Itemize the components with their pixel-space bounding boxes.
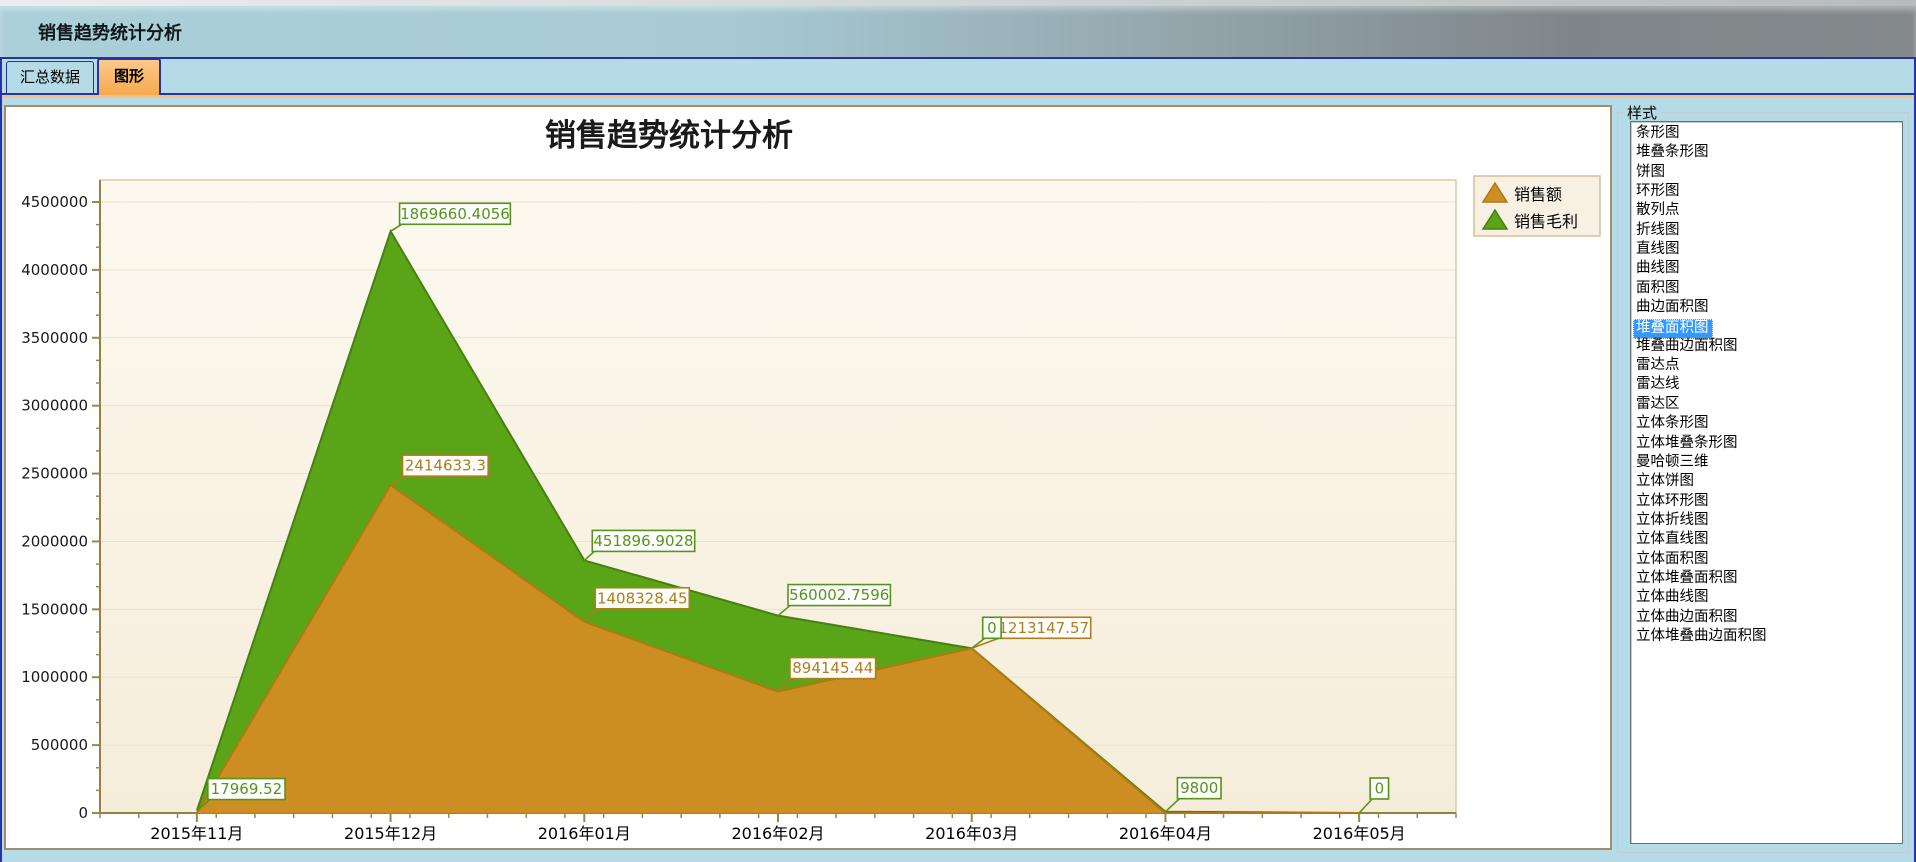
style-groupbox-label: 样式	[1623, 102, 1661, 123]
style-list-item[interactable]: 曲边面积图	[1633, 298, 1902, 317]
style-list-item[interactable]: 环形图	[1633, 182, 1902, 201]
y-tick-label: 1000000	[21, 668, 88, 686]
style-list-item[interactable]: 立体直线图	[1633, 530, 1902, 549]
svg-text:2414633.3: 2414633.3	[405, 457, 486, 475]
svg-text:451896.9028: 451896.9028	[593, 532, 693, 550]
tab-summary-data[interactable]: 汇总数据	[6, 61, 94, 93]
tab-strip	[0, 57, 1916, 95]
svg-text:0: 0	[987, 619, 997, 637]
style-list-item[interactable]: 条形图	[1633, 124, 1902, 143]
style-list-item[interactable]: 立体曲线图	[1633, 588, 1902, 607]
y-tick-label: 3500000	[21, 329, 88, 347]
svg-text:1213147.57: 1213147.57	[998, 619, 1089, 637]
style-list-item[interactable]: 雷达线	[1633, 375, 1902, 394]
tab-graph[interactable]: 图形	[97, 58, 161, 95]
style-list-item[interactable]: 雷达区	[1633, 395, 1902, 414]
app-title: 销售趋势统计分析	[38, 19, 1916, 45]
legend-label: 销售额	[1514, 185, 1562, 204]
style-list-item[interactable]: 立体曲边面积图	[1633, 608, 1902, 627]
x-tick-label: 2016年03月	[925, 824, 1018, 843]
style-list-item[interactable]: 立体折线图	[1633, 511, 1902, 530]
svg-text:17969.52: 17969.52	[211, 780, 283, 798]
style-list-item[interactable]: 堆叠条形图	[1633, 143, 1902, 162]
style-list-item[interactable]: 立体堆叠曲边面积图	[1633, 627, 1902, 646]
x-tick-label: 2016年01月	[538, 824, 631, 843]
x-tick-label: 2015年11月	[150, 824, 243, 843]
svg-text:1408328.45: 1408328.45	[597, 589, 688, 607]
style-list-item[interactable]: 饼图	[1633, 163, 1902, 182]
frame-left-border	[0, 57, 2, 862]
style-list-item[interactable]: 散列点	[1633, 201, 1902, 220]
chart-legend: 销售额销售毛利	[1474, 176, 1600, 236]
style-list-item[interactable]: 堆叠曲边面积图	[1633, 337, 1902, 356]
style-list-item[interactable]: 立体饼图	[1633, 472, 1902, 491]
active-tab-underline	[0, 95, 1916, 98]
style-list-item[interactable]: 立体条形图	[1633, 414, 1902, 433]
style-list-item[interactable]: 曲线图	[1633, 259, 1902, 278]
svg-text:894145.44: 894145.44	[792, 659, 873, 677]
style-list-item[interactable]: 立体面积图	[1633, 550, 1902, 569]
y-tick-label: 2500000	[21, 465, 88, 483]
style-list-item[interactable]: 折线图	[1633, 221, 1902, 240]
y-tick-label: 500000	[31, 736, 88, 754]
style-listbox[interactable]: 条形图堆叠条形图饼图环形图散列点折线图直线图曲线图面积图曲边面积图堆叠面积图堆叠…	[1630, 121, 1903, 844]
chart-panel: 0 500000 1000000 1500000 2000000 2500000 30000…	[4, 105, 1612, 850]
style-list-item[interactable]: 堆叠面积图	[1633, 319, 1713, 338]
svg-text:0: 0	[1375, 780, 1385, 798]
app-title-bar: 销售趋势统计分析	[0, 6, 1916, 57]
style-list-item[interactable]: 雷达点	[1633, 356, 1902, 375]
y-tick-label: 4000000	[21, 261, 88, 279]
svg-text:9800: 9800	[1180, 779, 1218, 797]
svg-text:560002.7596: 560002.7596	[789, 586, 889, 604]
y-tick-label: 0	[78, 804, 88, 822]
x-tick-label: 2016年05月	[1313, 824, 1406, 843]
style-list-item[interactable]: 直线图	[1633, 240, 1902, 259]
y-tick-label: 3000000	[21, 397, 88, 415]
x-tick-label: 2016年04月	[1119, 824, 1212, 843]
style-list-item[interactable]: 面积图	[1633, 279, 1902, 298]
style-list-item[interactable]: 立体环形图	[1633, 492, 1902, 511]
x-tick-label: 2015年12月	[344, 824, 437, 843]
x-tick-label: 2016年02月	[731, 824, 824, 843]
style-list-item[interactable]: 曼哈顿三维	[1633, 453, 1902, 472]
sales-trend-stacked-area-chart: 0 500000 1000000 1500000 2000000 2500000 30000…	[6, 107, 1610, 848]
y-tick-label: 1500000	[21, 600, 88, 618]
style-list-item[interactable]: 立体堆叠面积图	[1633, 569, 1902, 588]
svg-text:1869660.4056: 1869660.4056	[400, 205, 510, 223]
y-tick-label: 2000000	[21, 532, 88, 550]
y-tick-label: 4500000	[21, 193, 88, 211]
legend-label: 销售毛利	[1514, 212, 1578, 231]
style-list-item[interactable]: 立体堆叠条形图	[1633, 434, 1902, 453]
